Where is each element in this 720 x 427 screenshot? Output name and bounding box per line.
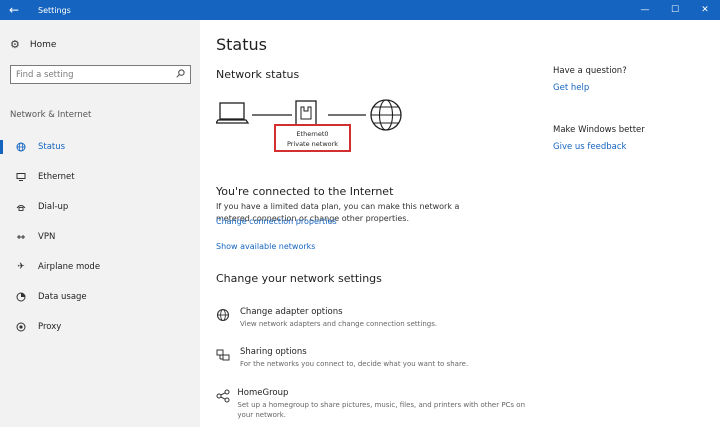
option-title: Change adapter options [240, 307, 343, 317]
title-bar: ← Settings — ☐ ✕ [0, 0, 720, 20]
sidebar: ⚙ Home Network & Internet Status Etherne… [0, 20, 200, 427]
dialup-icon [12, 202, 30, 212]
gear-icon: ⚙ [10, 38, 20, 51]
adapter-label-box: Ethernet0 Private network [274, 124, 351, 152]
sidebar-item-status[interactable]: Status [0, 132, 200, 162]
status-icon [12, 142, 30, 152]
sidebar-item-vpn[interactable]: VPN [0, 222, 200, 252]
search-icon[interactable] [170, 68, 190, 81]
sidebar-item-dialup[interactable]: Dial-up [0, 192, 200, 222]
change-adapter-options[interactable]: Change adapter options View network adap… [216, 307, 536, 329]
change-settings-heading: Change your network settings [216, 272, 382, 285]
airplane-icon: ✈ [17, 262, 25, 272]
homegroup-icon [216, 388, 235, 420]
globe-icon [370, 99, 402, 131]
sidebar-item-proxy[interactable]: Proxy [0, 312, 200, 342]
home-nav[interactable]: ⚙ Home [10, 38, 56, 51]
window-title: Settings [38, 5, 71, 15]
home-label: Home [29, 39, 57, 50]
sidebar-item-label: Data usage [38, 292, 87, 302]
sidebar-item-label: Status [38, 142, 66, 152]
adapter-name: Ethernet0 [296, 130, 329, 138]
vpn-icon [12, 232, 30, 242]
ethernet-port-icon [295, 100, 317, 126]
sidebar-item-label: Airplane mode [38, 262, 101, 272]
ethernet-icon [12, 172, 30, 182]
laptop-icon [216, 102, 250, 124]
feedback-heading: Make Windows better [553, 125, 645, 135]
connected-heading: You're connected to the Internet [216, 185, 394, 198]
change-connection-properties-link[interactable]: Change connection properties [216, 217, 337, 226]
network-type: Private network [286, 140, 339, 148]
sidebar-item-label: Dial-up [38, 202, 69, 212]
sidebar-nav: Status Ethernet Dial-up VPN ✈ Airplane m… [0, 132, 200, 342]
sidebar-item-airplane[interactable]: ✈ Airplane mode [0, 252, 200, 282]
adapter-icon [216, 307, 238, 329]
search-box[interactable] [10, 65, 191, 84]
give-feedback-link[interactable]: Give us feedback [553, 142, 626, 152]
search-input[interactable] [16, 69, 170, 80]
section-label: Network & Internet [10, 110, 92, 120]
proxy-icon [12, 322, 30, 332]
sidebar-item-ethernet[interactable]: Ethernet [0, 162, 200, 192]
page-title: Status [216, 35, 267, 54]
sharing-options[interactable]: Sharing options For the networks you con… [216, 347, 536, 369]
data-usage-icon [12, 292, 30, 302]
close-button[interactable]: ✕ [690, 0, 720, 20]
question-heading: Have a question? [553, 66, 627, 76]
homegroup-option[interactable]: HomeGroup Set up a homegroup to share pi… [216, 388, 536, 420]
back-button[interactable]: ← [0, 0, 28, 20]
minimize-button[interactable]: — [630, 0, 660, 20]
window-controls: — ☐ ✕ [630, 0, 720, 20]
sidebar-item-label: Ethernet [38, 172, 75, 182]
sharing-icon [216, 347, 238, 369]
show-available-networks-link[interactable]: Show available networks [216, 242, 315, 251]
sidebar-item-label: Proxy [38, 322, 62, 332]
option-description: Set up a homegroup to share pictures, mu… [237, 401, 526, 419]
sidebar-item-label: VPN [38, 232, 56, 242]
network-status-heading: Network status [216, 68, 300, 81]
option-title: Sharing options [240, 347, 307, 357]
option-description: For the networks you connect to, decide … [240, 360, 469, 368]
maximize-button[interactable]: ☐ [660, 0, 690, 20]
option-title: HomeGroup [237, 388, 289, 398]
get-help-link[interactable]: Get help [553, 83, 589, 93]
option-description: View network adapters and change connect… [240, 320, 438, 328]
sidebar-item-data-usage[interactable]: Data usage [0, 282, 200, 312]
